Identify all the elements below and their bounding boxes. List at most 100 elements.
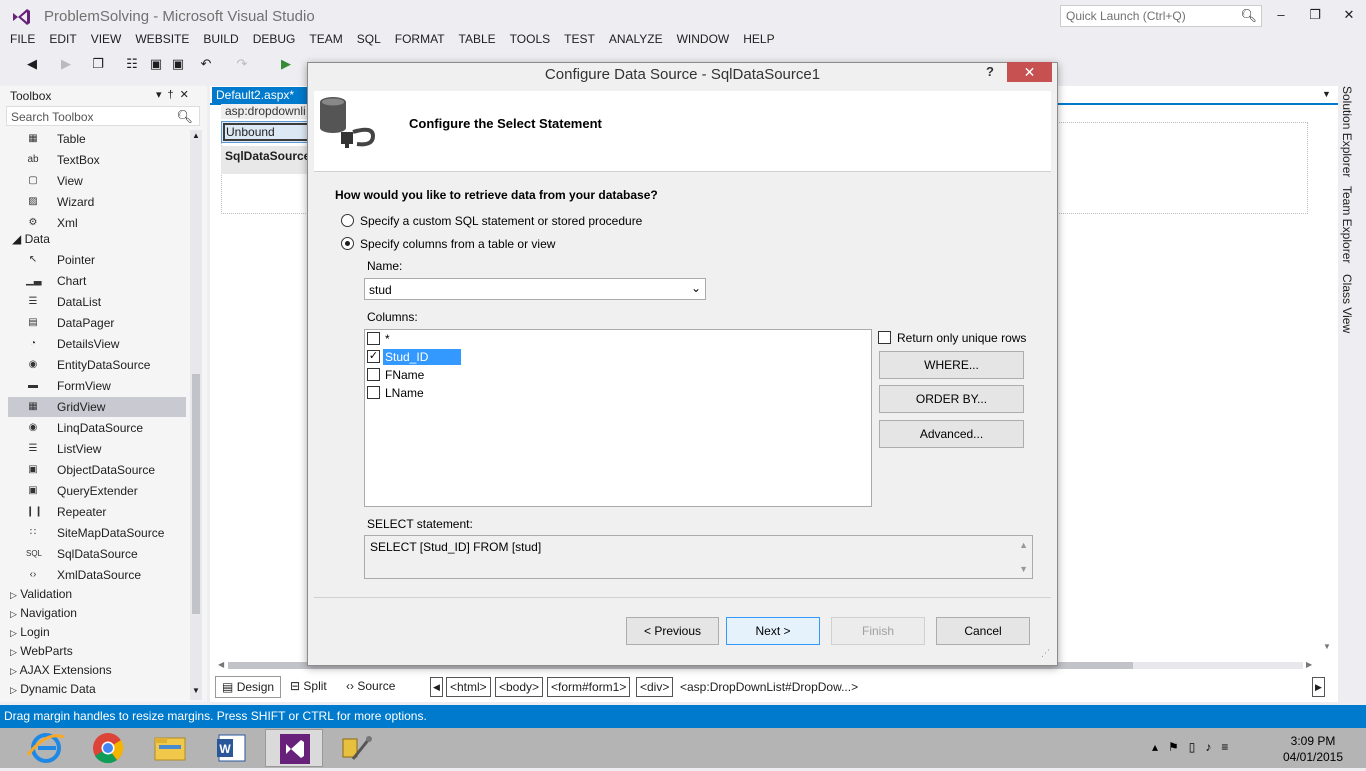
- menu-format[interactable]: FORMAT: [395, 32, 445, 46]
- finish-button[interactable]: Finish: [831, 617, 925, 645]
- editor-vertical-scrollbar[interactable]: ▼: [1320, 104, 1334, 652]
- chrome-icon[interactable]: [79, 729, 137, 767]
- visual-studio-icon[interactable]: [265, 729, 323, 767]
- search-icon[interactable]: 🔍︎: [1240, 8, 1257, 24]
- toolbox-group-dynamic-data[interactable]: ▷ Dynamic Data: [10, 680, 96, 699]
- open-icon[interactable]: ☷: [124, 56, 140, 72]
- column-item-label[interactable]: FName: [383, 367, 426, 383]
- breadcrumb-html[interactable]: <html>: [446, 677, 491, 697]
- order-by-button[interactable]: ORDER BY...: [879, 385, 1024, 413]
- cancel-button[interactable]: Cancel: [936, 617, 1030, 645]
- toolbox-group-data[interactable]: ◢ Data: [12, 230, 50, 249]
- breadcrumb-div[interactable]: <div>: [636, 677, 674, 697]
- word-icon[interactable]: W: [203, 729, 261, 767]
- toolbox-item-textbox[interactable]: ab TextBox: [8, 150, 186, 170]
- toolbox-item-datapager[interactable]: ▤ DataPager: [8, 313, 186, 333]
- menu-debug[interactable]: DEBUG: [253, 32, 296, 46]
- minimize-button[interactable]: –: [1264, 4, 1298, 26]
- scroll-up-icon[interactable]: ▲: [192, 131, 200, 140]
- column-checkbox[interactable]: [367, 332, 380, 345]
- undo-icon[interactable]: ↶: [198, 56, 214, 72]
- toolbox-item-repeater[interactable]: ❙❙ Repeater: [8, 502, 186, 522]
- save-all-icon[interactable]: ▣: [170, 56, 186, 72]
- toolbox-item-formview[interactable]: ▬ FormView: [8, 376, 186, 396]
- redo-icon[interactable]: ↷: [234, 56, 250, 72]
- toolbox-item-objectdatasource[interactable]: ▣ ObjectDataSource: [8, 460, 186, 480]
- toolbox-search-input[interactable]: Search Toolbox 🔍︎: [6, 106, 200, 126]
- breadcrumb-prev-icon[interactable]: ◀: [430, 677, 443, 697]
- help-button[interactable]: ?: [986, 64, 994, 79]
- system-tray[interactable]: ▴⚑▯♪≡: [1152, 740, 1238, 754]
- toolbox-item-xmldatasource[interactable]: ‹› XmlDataSource: [8, 565, 186, 585]
- search-icon[interactable]: 🔍︎: [176, 109, 193, 125]
- column-checkbox[interactable]: [367, 386, 380, 399]
- toolbox-item-datalist[interactable]: ☰ DataList: [8, 292, 186, 312]
- toolbox-item-detailsview[interactable]: ◔ DetailsView: [8, 334, 186, 354]
- column-item-label[interactable]: *: [383, 331, 392, 347]
- resize-grip-icon[interactable]: ⋰: [1041, 648, 1050, 659]
- new-project-icon[interactable]: ❐: [90, 56, 106, 72]
- save-icon[interactable]: ▣: [148, 56, 164, 72]
- maximize-button[interactable]: ❐: [1298, 4, 1332, 26]
- menu-website[interactable]: WEBSITE: [135, 32, 189, 46]
- toolbox-group-navigation[interactable]: ▷ Navigation: [10, 604, 77, 623]
- scroll-left-icon[interactable]: ◀: [218, 660, 224, 669]
- toolbox-item-table[interactable]: ▦ Table: [8, 129, 186, 149]
- columns-radio-label[interactable]: Specify columns from a table or view: [360, 237, 555, 251]
- menu-window[interactable]: WINDOW: [677, 32, 730, 46]
- close-window-button[interactable]: ✕: [1332, 4, 1366, 26]
- toolbox-item-entitydatasource[interactable]: ◉ EntityDataSource: [8, 355, 186, 375]
- advanced-button[interactable]: Advanced...: [879, 420, 1024, 448]
- clock[interactable]: 3:09 PM 04/01/2015: [1278, 733, 1348, 765]
- custom-sql-label[interactable]: Specify a custom SQL statement or stored…: [360, 214, 642, 228]
- next-button[interactable]: Next >: [726, 617, 820, 645]
- breadcrumb-form[interactable]: <form#form1>: [547, 677, 631, 697]
- breadcrumb-body[interactable]: <body>: [495, 677, 544, 697]
- columns-radio[interactable]: [341, 237, 354, 250]
- tools-icon[interactable]: [327, 729, 385, 767]
- file-explorer-icon[interactable]: [141, 729, 199, 767]
- sqldatasource-control[interactable]: SqlDataSource: [221, 146, 311, 174]
- toolbox-item-queryextender[interactable]: ▣ QueryExtender: [8, 481, 186, 501]
- menu-table[interactable]: TABLE: [459, 32, 496, 46]
- toolbox-item-chart[interactable]: ▁▃ Chart: [8, 271, 186, 291]
- breadcrumb-current[interactable]: <asp:DropDownList#DropDow...>: [680, 680, 858, 694]
- toolbox-item-listview[interactable]: ☰ ListView: [8, 439, 186, 459]
- toolbox-item-sitemapdatasource[interactable]: ∷ SiteMapDataSource: [8, 523, 186, 543]
- menu-test[interactable]: TEST: [564, 32, 595, 46]
- menu-analyze[interactable]: ANALYZE: [609, 32, 663, 46]
- scroll-down-icon[interactable]: ▼: [192, 686, 200, 695]
- toolbox-item-view[interactable]: ▢ View: [8, 171, 186, 191]
- custom-sql-radio[interactable]: [341, 214, 354, 227]
- menu-view[interactable]: VIEW: [91, 32, 122, 46]
- menu-build[interactable]: BUILD: [203, 32, 238, 46]
- toolbox-group-validation[interactable]: ▷ Validation: [10, 585, 72, 604]
- toolbox-item-pointer[interactable]: ↖ Pointer: [8, 250, 186, 270]
- tab-source[interactable]: ‹› Source: [340, 676, 401, 698]
- tab-default2-aspx[interactable]: Default2.aspx*: [212, 87, 308, 104]
- internet-explorer-icon[interactable]: [18, 729, 76, 767]
- team-explorer-tab[interactable]: Team Explorer: [1340, 186, 1354, 263]
- menu-team[interactable]: TEAM: [309, 32, 342, 46]
- toolbox-group-login[interactable]: ▷ Login: [10, 623, 50, 642]
- menu-sql[interactable]: SQL: [357, 32, 381, 46]
- column-checkbox[interactable]: ✓: [367, 350, 380, 363]
- close-dialog-button[interactable]: ✕: [1007, 62, 1052, 82]
- column-item-label[interactable]: LName: [383, 385, 426, 401]
- menu-file[interactable]: FILE: [10, 32, 35, 46]
- column-checkbox[interactable]: [367, 368, 380, 381]
- toolbox-item-wizard[interactable]: ▨ Wizard: [8, 192, 186, 212]
- unique-rows-checkbox[interactable]: [878, 331, 891, 344]
- scroll-up-icon[interactable]: ▲: [1019, 540, 1028, 550]
- tab-overflow-icon[interactable]: ▼: [1322, 89, 1331, 99]
- tab-design[interactable]: ▤ Design: [215, 676, 282, 698]
- back-icon[interactable]: ◀: [24, 56, 40, 72]
- scroll-down-icon[interactable]: ▼: [1323, 642, 1331, 651]
- table-name-select[interactable]: stud ⌄: [364, 278, 706, 300]
- toolbox-header-controls[interactable]: ▾†✕: [156, 88, 195, 101]
- breadcrumb-next-icon[interactable]: ▶: [1312, 677, 1325, 697]
- toolbox-group-webparts[interactable]: ▷ WebParts: [10, 642, 73, 661]
- where-button[interactable]: WHERE...: [879, 351, 1024, 379]
- dropdownlist-control[interactable]: Unbound: [221, 121, 311, 143]
- previous-button[interactable]: < Previous: [626, 617, 719, 645]
